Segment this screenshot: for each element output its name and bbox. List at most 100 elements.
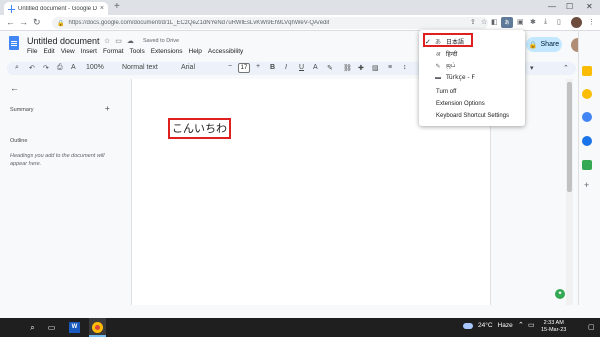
maximize-icon[interactable]: ☐: [566, 2, 573, 11]
menu-accessibility[interactable]: Accessibility: [208, 48, 243, 55]
extension-options-link[interactable]: Extension Options: [436, 101, 485, 107]
address-bar[interactable]: 🔒 https://docs.google.com/document/d/1L_…: [52, 17, 488, 29]
zoom-select[interactable]: 100%: [86, 64, 104, 71]
text-color-icon[interactable]: A: [313, 64, 318, 71]
new-tab-button[interactable]: +: [114, 1, 120, 12]
get-addons-icon[interactable]: +: [584, 180, 589, 190]
search-menus-icon[interactable]: ⌕: [15, 64, 19, 72]
menu-tools[interactable]: Tools: [130, 48, 145, 55]
tasks-icon[interactable]: [582, 112, 592, 122]
weather-temp: 24°C: [478, 322, 493, 329]
bold-button[interactable]: B: [270, 64, 275, 71]
add-comment-icon[interactable]: ✚: [358, 64, 364, 72]
input-option-label: ஜப்: [446, 62, 456, 69]
share-label: Share: [540, 41, 560, 48]
explore-icon[interactable]: ✦: [555, 289, 565, 299]
close-window-icon[interactable]: ✕: [586, 2, 593, 11]
share-button[interactable]: 🔒 Share: [526, 37, 562, 52]
insert-link-icon[interactable]: ⛓: [343, 64, 352, 72]
line-spacing-icon[interactable]: ↕: [403, 64, 407, 71]
input-option-hindi[interactable]: अ हिन्दी: [425, 50, 458, 58]
spellcheck-icon[interactable]: A: [71, 64, 76, 71]
chrome-app-icon[interactable]: [92, 322, 103, 333]
editing-mode-dropdown-icon[interactable]: ▾: [530, 64, 534, 72]
increase-font-size-button[interactable]: +: [256, 63, 260, 70]
insert-image-icon[interactable]: ▨: [372, 64, 379, 72]
chrome-menu-icon[interactable]: ⋮: [588, 18, 595, 26]
outline-label: Outline: [10, 138, 28, 144]
taskbar-search-icon[interactable]: ⌕: [27, 322, 38, 333]
tab-close-icon[interactable]: ×: [100, 5, 104, 12]
reload-icon[interactable]: ↻: [33, 17, 41, 28]
share-page-icon[interactable]: ⇪: [470, 18, 476, 26]
lock-icon: 🔒: [528, 41, 538, 49]
menu-file[interactable]: File: [27, 48, 37, 55]
clock[interactable]: 2:33 AM 15-Mar-23: [541, 320, 566, 334]
input-option-label: Türkçe - F: [446, 74, 476, 81]
browser-tab[interactable]: Untitled document - Google Do ×: [4, 2, 108, 15]
task-view-icon[interactable]: ▭: [46, 322, 57, 333]
browser-toolbar: ← → ↻ 🔒 https://docs.google.com/document…: [0, 15, 600, 31]
undo-icon[interactable]: ↶: [29, 64, 35, 72]
bookmark-star-icon[interactable]: ☆: [481, 18, 487, 26]
underline-button[interactable]: U: [299, 64, 304, 71]
tab-strip: Untitled document - Google Do × + — ☐ ✕: [0, 0, 600, 15]
print-icon[interactable]: ⎙: [57, 64, 63, 72]
download-icon[interactable]: ⤓: [544, 18, 547, 26]
close-outline-icon[interactable]: ←: [10, 83, 19, 93]
selected-option-highlight: [423, 33, 473, 47]
profile-avatar[interactable]: [571, 17, 582, 28]
move-folder-icon[interactable]: ▭: [115, 37, 122, 45]
contacts-icon[interactable]: [582, 136, 592, 146]
menu-edit[interactable]: Edit: [43, 48, 54, 55]
menu-insert[interactable]: Insert: [81, 48, 97, 55]
cloud-saved-icon[interactable]: ☁: [127, 37, 134, 45]
extension-icon-2[interactable]: ▣: [517, 18, 524, 26]
menu-format[interactable]: Format: [103, 48, 124, 55]
extension-icon[interactable]: ◧: [491, 18, 498, 26]
font-select[interactable]: Arial: [181, 64, 195, 71]
decrease-font-size-button[interactable]: −: [228, 63, 232, 70]
scrollbar-thumb[interactable]: [567, 82, 572, 192]
align-icon[interactable]: ≡: [388, 64, 392, 71]
font-size-input[interactable]: 17: [238, 63, 250, 73]
menu-view[interactable]: View: [61, 48, 75, 55]
weather-widget[interactable]: 24°C Haze: [463, 322, 513, 329]
menu-bar: File Edit View Insert Format Tools Exten…: [27, 48, 243, 55]
maps-icon[interactable]: [582, 160, 592, 170]
google-docs-logo-icon[interactable]: [9, 36, 19, 50]
hide-menus-icon[interactable]: ⌃: [563, 64, 569, 72]
network-icon[interactable]: ▭: [528, 321, 535, 329]
document-title[interactable]: Untitled document: [27, 36, 100, 46]
weather-desc: Haze: [497, 322, 513, 329]
highlight-icon[interactable]: ✎: [327, 64, 333, 72]
menu-extensions[interactable]: Extensions: [151, 48, 183, 55]
input-tools-extension-icon[interactable]: あ: [501, 17, 513, 28]
notification-icon[interactable]: ▢: [588, 323, 595, 331]
windows-start-icon[interactable]: [7, 5, 16, 14]
side-panel-icon[interactable]: ▯: [557, 18, 561, 26]
lock-icon: 🔒: [57, 20, 65, 27]
word-app-icon[interactable]: W: [69, 322, 80, 333]
minimize-icon[interactable]: —: [548, 2, 556, 11]
document-body-text[interactable]: こんいちわ: [168, 118, 231, 139]
turn-off-link[interactable]: Turn off: [436, 89, 456, 95]
back-icon[interactable]: ←: [6, 17, 15, 27]
redo-icon[interactable]: ↷: [43, 64, 49, 72]
menu-help[interactable]: Help: [189, 48, 202, 55]
system-tray-chevron-icon[interactable]: ⌃: [518, 321, 524, 329]
saved-status: Saved to Drive: [143, 38, 180, 44]
input-option-handwriting[interactable]: ✎ ஜப்: [425, 62, 455, 70]
add-summary-button[interactable]: +: [105, 104, 110, 113]
italic-button[interactable]: I: [285, 64, 287, 71]
calendar-icon[interactable]: [582, 89, 592, 99]
style-select[interactable]: Normal text: [122, 64, 158, 71]
input-option-turkish[interactable]: ▬ Türkçe - F: [425, 74, 475, 81]
star-icon[interactable]: ☆: [104, 37, 110, 45]
hindi-input-icon: अ: [435, 52, 441, 58]
extensions-puzzle-icon[interactable]: ✱: [530, 18, 536, 26]
forward-icon[interactable]: →: [19, 17, 28, 27]
keep-icon[interactable]: [582, 66, 592, 76]
clock-date: 15-Mar-23: [541, 327, 567, 333]
keyboard-shortcut-settings-link[interactable]: Keyboard Shortcut Settings: [436, 113, 509, 119]
